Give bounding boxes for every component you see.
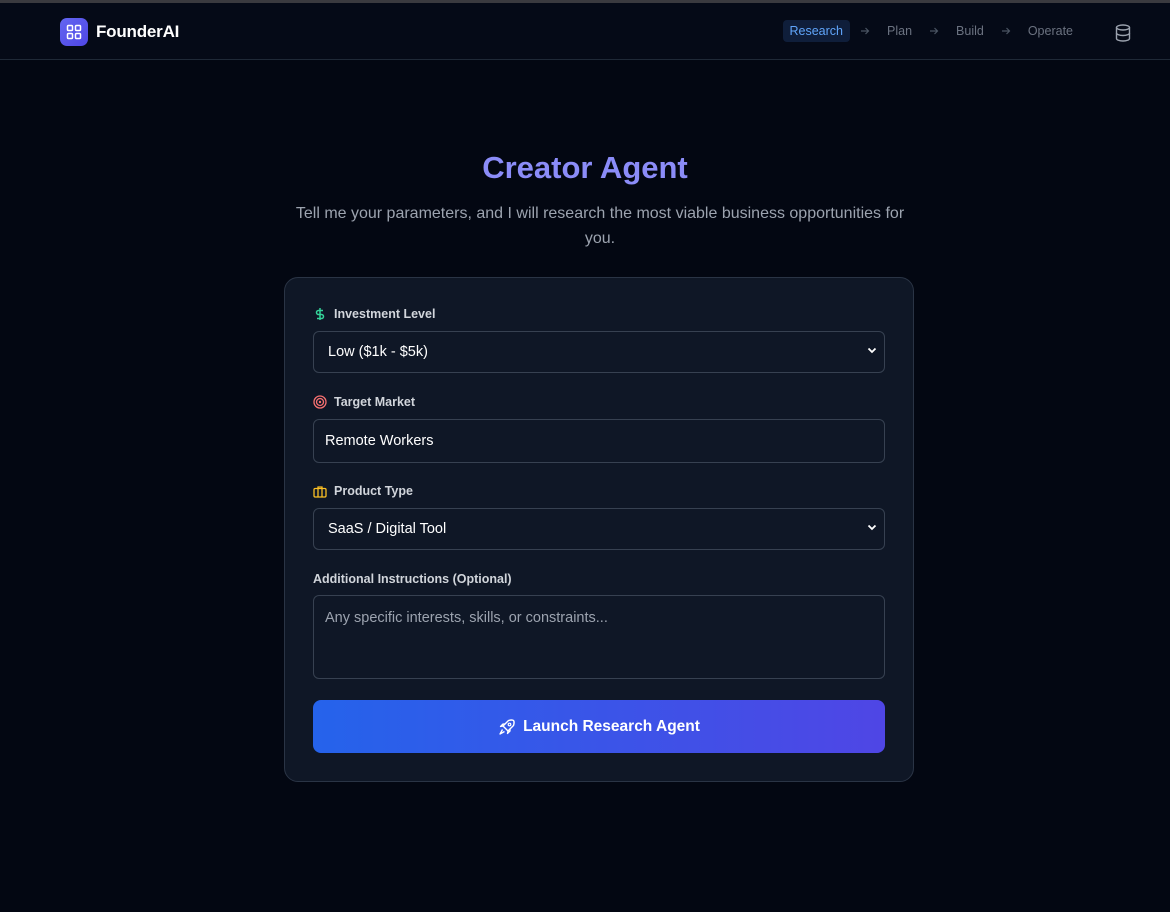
briefcase-icon: [313, 484, 327, 498]
chevron-down-icon: [866, 521, 878, 537]
step-build[interactable]: Build: [949, 20, 991, 42]
target-market-label-text: Target Market: [334, 395, 416, 409]
arrow-right-icon: [919, 26, 949, 36]
target-icon: [313, 395, 327, 409]
target-market-label: Target Market: [313, 395, 415, 409]
grid-icon: [60, 18, 88, 46]
investment-label: Investment Level: [313, 307, 435, 321]
product-type-value: SaaS / Digital Tool: [328, 521, 447, 537]
database-icon[interactable]: [1112, 22, 1134, 44]
research-form-card: Investment Level Low ($1k - $5k) Target …: [284, 277, 914, 782]
instructions-label-text: Additional Instructions (Optional): [313, 572, 512, 586]
arrow-right-icon: [850, 26, 880, 36]
step-research[interactable]: Research: [782, 20, 850, 42]
product-type-label: Product Type: [313, 484, 413, 498]
instructions-textarea[interactable]: Any specific interests, skills, or const…: [313, 595, 885, 679]
launch-button-label: Launch Research Agent: [523, 717, 700, 735]
workflow-steps: Research Plan Build Operate: [782, 20, 1081, 42]
investment-label-text: Investment Level: [334, 307, 436, 321]
step-operate[interactable]: Operate: [1021, 20, 1080, 42]
dollar-icon: [313, 307, 327, 321]
launch-research-button[interactable]: Launch Research Agent: [313, 700, 885, 753]
arrow-right-icon: [991, 26, 1021, 36]
page-subtitle: Tell me your parameters, and I will rese…: [295, 205, 905, 247]
step-plan[interactable]: Plan: [880, 20, 919, 42]
chevron-down-icon: [866, 344, 878, 360]
brand-logo[interactable]: FounderAI: [60, 18, 179, 46]
product-type-select[interactable]: SaaS / Digital Tool: [313, 508, 885, 550]
page-title: Creator Agent: [482, 150, 688, 185]
target-market-input[interactable]: Remote Workers: [313, 419, 885, 463]
top-nav-bar: FounderAI Research Plan Build Operate: [0, 3, 1170, 60]
product-type-label-text: Product Type: [334, 484, 413, 498]
rocket-icon: [498, 718, 516, 736]
investment-level-value: Low ($1k - $5k): [328, 344, 428, 360]
instructions-label: Additional Instructions (Optional): [313, 572, 512, 586]
investment-level-select[interactable]: Low ($1k - $5k): [313, 331, 885, 373]
target-market-value: Remote Workers: [325, 433, 434, 449]
brand-name: FounderAI: [96, 22, 180, 41]
instructions-placeholder: Any specific interests, skills, or const…: [325, 610, 608, 626]
